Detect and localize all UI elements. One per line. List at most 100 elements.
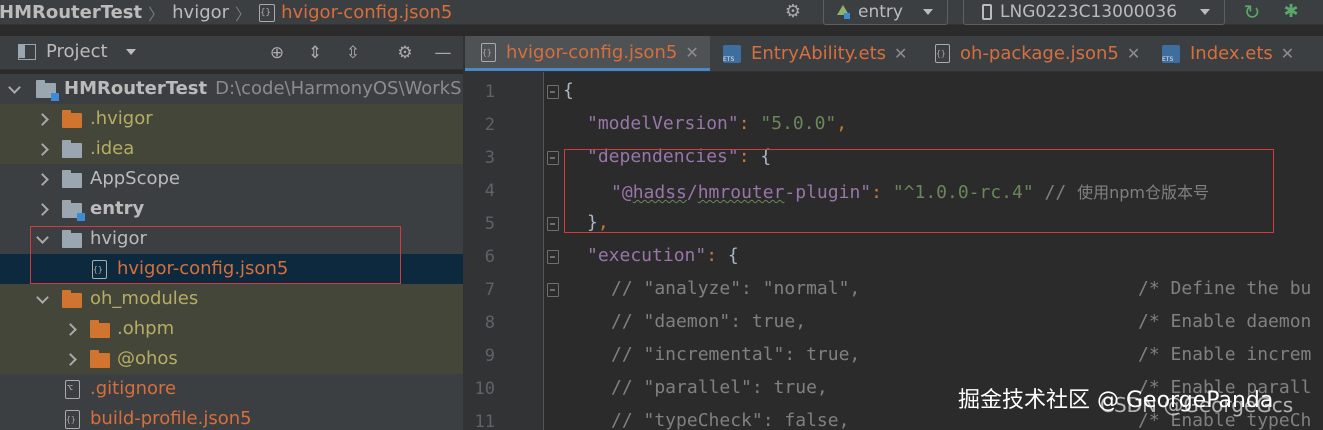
code-comment-8: /* Enable daemon xyxy=(1138,311,1312,332)
device-label: LNG0223C13000036 xyxy=(1000,2,1178,22)
code-editor[interactable]: 1 2 3 4 5 6 7 8 9 10 11 { "modelVersion"… xyxy=(465,72,1323,430)
breadcrumb-folder[interactable]: hvigor xyxy=(172,2,229,23)
run-configuration-selector[interactable]: entry xyxy=(823,0,948,25)
chevron-right-icon[interactable] xyxy=(36,113,48,125)
fold-icon[interactable] xyxy=(547,250,559,264)
tree-item-label: AppScope xyxy=(90,168,180,189)
module-folder-icon xyxy=(36,80,59,101)
folder-icon xyxy=(90,350,110,368)
chevron-down-icon[interactable] xyxy=(36,294,48,306)
collapse-all-icon[interactable]: ⇳ xyxy=(342,42,364,64)
fold-icon[interactable] xyxy=(547,85,559,99)
line-number: 4 xyxy=(484,181,495,201)
hide-panel-icon[interactable]: — xyxy=(432,42,454,64)
chevron-down-icon[interactable] xyxy=(36,234,48,246)
line-number: 3 xyxy=(484,148,495,168)
chevron-right-icon[interactable] xyxy=(36,173,48,185)
chevron-right-icon[interactable] xyxy=(64,353,76,365)
line-number: 10 xyxy=(474,379,495,399)
tree-item-hvigor-config[interactable]: hvigor-config.json5 xyxy=(0,254,463,284)
close-icon[interactable]: ✕ xyxy=(1127,44,1140,63)
tree-item-oh-modules[interactable]: oh_modules xyxy=(0,284,463,314)
tree-item-entry[interactable]: entry xyxy=(0,194,463,224)
close-icon[interactable]: ✕ xyxy=(1281,44,1294,63)
code-line-7: // "analyze": "normal", xyxy=(611,278,861,299)
line-number: 7 xyxy=(484,280,495,300)
tab-entry-ability[interactable]: EntryAbility.ets ✕ xyxy=(723,36,907,71)
folder-icon xyxy=(62,110,82,128)
tab-label: Index.ets xyxy=(1190,43,1273,64)
tree-item-gitignore[interactable]: .gitignore xyxy=(0,374,463,404)
line-number: 6 xyxy=(484,247,495,267)
code-line-5: }, xyxy=(587,212,609,233)
chevron-down-icon[interactable] xyxy=(8,84,20,96)
device-selector[interactable]: LNG0223C13000036 xyxy=(963,0,1225,25)
code-line-8: // "daemon": true, xyxy=(611,311,807,332)
phone-icon xyxy=(982,4,992,20)
locate-icon[interactable]: ⊕ xyxy=(266,42,288,64)
project-panel-header: Project ⊕ ⇕ ⇳ ⚙ — xyxy=(0,36,463,70)
chevron-down-icon xyxy=(923,9,933,15)
tree-item-ohos[interactable]: @ohos xyxy=(0,344,463,374)
debug-icon[interactable]: ✱ xyxy=(1278,0,1304,24)
json-file-icon xyxy=(481,42,496,62)
tree-item-label: .hvigor xyxy=(90,108,153,129)
line-number: 11 xyxy=(474,412,495,430)
chevron-right-icon[interactable] xyxy=(36,203,48,215)
chevron-right-icon: 〉 xyxy=(235,4,252,24)
tree-item-root[interactable]: HMRouterTest D:\code\HarmonyOS\WorkSpa xyxy=(0,74,463,104)
chevron-right-icon[interactable] xyxy=(64,323,76,335)
tree-item-idea[interactable]: .idea xyxy=(0,134,463,164)
tree-item-label: .gitignore xyxy=(90,378,177,399)
tab-oh-package[interactable]: oh-package.json5 ✕ xyxy=(935,36,1140,71)
tab-hvigor-config[interactable]: hvigor-config.json5 ✕ xyxy=(465,36,710,71)
project-tree: HMRouterTest D:\code\HarmonyOS\WorkSpa .h… xyxy=(0,74,463,430)
tree-item-label: .idea xyxy=(90,138,135,159)
tree-item-label: @ohos xyxy=(117,348,178,369)
line-number: 2 xyxy=(484,115,495,135)
tab-label: hvigor-config.json5 xyxy=(506,41,678,63)
run-config-icon xyxy=(836,5,850,19)
code-line-3: "dependencies": { xyxy=(587,146,772,167)
expand-all-icon[interactable]: ⇕ xyxy=(304,42,326,64)
tree-item-label: hvigor xyxy=(90,228,147,249)
json-file-icon xyxy=(92,260,107,279)
editor-tab-bar: hvigor-config.json5 ✕ EntryAbility.ets ✕… xyxy=(465,36,1323,72)
tab-index[interactable]: Index.ets ✕ xyxy=(1162,36,1294,71)
chevron-right-icon: 〉 xyxy=(148,4,165,24)
gutter-divider xyxy=(543,72,544,430)
project-view-selector[interactable]: Project xyxy=(18,41,136,62)
close-icon[interactable]: ✕ xyxy=(685,43,698,62)
code-comment-9: /* Enable increm xyxy=(1138,344,1312,365)
chevron-right-icon[interactable] xyxy=(36,143,48,155)
module-folder-icon xyxy=(62,200,85,221)
git-file-icon xyxy=(65,380,80,399)
json-file-icon xyxy=(65,410,80,429)
fold-icon[interactable] xyxy=(547,217,559,231)
tree-item-label: .ohpm xyxy=(117,318,175,339)
tree-item-hvigor-dot[interactable]: .hvigor xyxy=(0,104,463,134)
breadcrumb-project[interactable]: HMRouterTest xyxy=(0,2,142,23)
folder-icon xyxy=(90,320,110,338)
breadcrumb-file[interactable]: hvigor-config.json5 xyxy=(281,2,452,23)
gear-icon[interactable]: ⚙ xyxy=(394,42,416,64)
folder-icon xyxy=(62,170,82,188)
line-number: 5 xyxy=(484,214,495,234)
project-icon xyxy=(18,43,36,60)
tree-item-build-profile[interactable]: build-profile.json5 xyxy=(0,404,463,430)
folder-icon xyxy=(62,140,82,158)
tree-item-appscope[interactable]: AppScope xyxy=(0,164,463,194)
apply-changes-icon[interactable]: ↻ xyxy=(1240,0,1264,24)
fold-icon[interactable] xyxy=(547,283,559,297)
code-line-6: "execution": { xyxy=(587,245,739,266)
watermark-primary: 掘金技术社区 @ GeorgePanda xyxy=(958,388,1274,413)
ets-file-icon xyxy=(1162,44,1180,63)
close-icon[interactable]: ✕ xyxy=(894,44,907,63)
tree-item-ohpm[interactable]: .ohpm xyxy=(0,314,463,344)
fold-icon[interactable] xyxy=(547,151,559,165)
chevron-down-icon xyxy=(125,48,136,55)
code-line-4: "@hadss/hmrouter-plugin": "^1.0.0-rc.4" … xyxy=(611,182,1209,203)
settings-icon[interactable]: ⚙ xyxy=(783,2,803,22)
tree-root-label: HMRouterTest xyxy=(64,78,208,99)
tree-item-hvigor[interactable]: hvigor xyxy=(0,224,463,254)
